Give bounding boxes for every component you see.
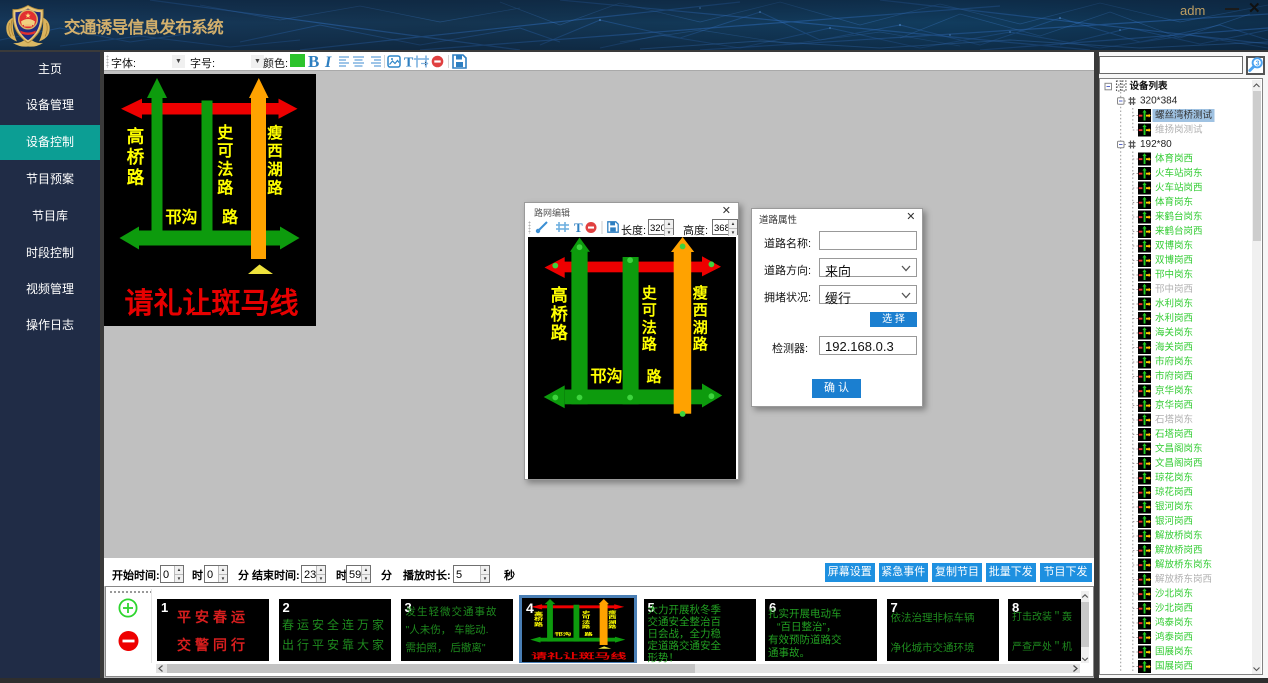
svg-text:解放桥岗东: 解放桥岗东 [1155,530,1203,542]
svg-text:可: 可 [217,143,233,160]
svg-text:解放桥东岗东: 解放桥东岗东 [1155,559,1212,571]
svg-text:石塔岗东: 石塔岗东 [1155,414,1193,426]
svg-text:路: 路 [646,368,662,386]
svg-text:双博岗西: 双博岗西 [1155,254,1193,266]
svg-text:海关岗西: 海关岗西 [1155,341,1193,353]
svg-text:瘦: 瘦 [267,123,283,142]
svg-text:路: 路 [693,335,709,353]
svg-text:邗中岗西: 邗中岗西 [1155,283,1193,295]
svg-text:高: 高 [127,127,145,147]
svg-text:B: B [308,52,319,71]
svg-text:3: 3 [1256,61,1260,68]
svg-text:可: 可 [582,615,591,620]
svg-text:法: 法 [217,160,233,179]
svg-text:沙北岗东: 沙北岗东 [1155,588,1193,600]
svg-text:高: 高 [534,611,543,617]
svg-text:火车站岗东: 火车站岗东 [1155,167,1203,179]
svg-text:路: 路 [642,335,658,353]
svg-text:可: 可 [642,302,657,319]
svg-text:法: 法 [642,318,657,336]
svg-text:路: 路 [217,178,234,197]
svg-text:路: 路 [551,323,569,343]
svg-text:琼花岗西: 琼花岗西 [1155,486,1193,498]
svg-text:路: 路 [267,178,283,197]
svg-text:桥: 桥 [127,147,145,167]
svg-text:国展岗东: 国展岗东 [1155,646,1193,658]
svg-text:史: 史 [642,284,658,302]
svg-text:邗沟: 邗沟 [590,367,622,386]
svg-text:桥: 桥 [534,616,544,622]
svg-text:设备列表: 设备列表 [1130,80,1169,92]
svg-text:鸿泰岗西: 鸿泰岗西 [1155,631,1193,643]
svg-text:瘦: 瘦 [693,284,708,302]
svg-text:桥: 桥 [551,305,569,324]
svg-text:京华岗西: 京华岗西 [1155,399,1193,411]
svg-text:鸿泰岗东: 鸿泰岗东 [1155,617,1193,629]
svg-text:沙北岗西: 沙北岗西 [1155,603,1193,614]
svg-text:市府岗东: 市府岗东 [1155,356,1193,368]
svg-text:路: 路 [222,208,239,227]
svg-text:来鹤台岗西: 来鹤台岗西 [1155,225,1203,237]
svg-text:路: 路 [534,622,544,628]
svg-text:体育岗西: 体育岗西 [1155,153,1193,165]
svg-text:水利岗西: 水利岗西 [1155,312,1193,324]
svg-text:解放桥东岗西: 解放桥东岗西 [1155,573,1212,585]
svg-text:请礼让斑马线: 请礼让斑马线 [531,651,627,660]
svg-text:湖: 湖 [267,161,283,179]
svg-text:湖: 湖 [693,319,708,336]
svg-text:192*80: 192*80 [1140,139,1172,150]
svg-text:银河岗西: 银河岗西 [1155,515,1193,527]
svg-text:来鹤台岗东: 来鹤台岗东 [1155,211,1203,223]
svg-text:史: 史 [217,123,234,142]
svg-text:琼花岗东: 琼花岗东 [1155,472,1193,484]
svg-text:西: 西 [267,142,283,160]
svg-text:国展岗西: 国展岗西 [1155,661,1193,672]
svg-text:西: 西 [608,615,617,620]
svg-text:市府岗西: 市府岗西 [1155,370,1193,382]
svg-text:高: 高 [551,285,568,305]
svg-text:火车站岗西: 火车站岗西 [1155,182,1203,194]
svg-text:西: 西 [693,302,708,319]
svg-text:请礼让斑马线: 请礼让斑马线 [124,287,298,320]
svg-text:T: T [404,56,414,71]
svg-text:邗中岗东: 邗中岗东 [1155,269,1193,281]
svg-text:文昌阁岗西: 文昌阁岗西 [1155,457,1203,469]
svg-text:解放桥岗西: 解放桥岗西 [1155,544,1203,556]
svg-text:螺丝湾桥测试: 螺丝湾桥测试 [1155,109,1213,121]
svg-text:T: T [574,220,583,235]
svg-text:水利岗东: 水利岗东 [1155,298,1193,310]
svg-text:文昌阁岗东: 文昌阁岗东 [1155,443,1203,455]
svg-text:海关岗东: 海关岗东 [1155,327,1193,339]
svg-text:体育岗东: 体育岗东 [1155,196,1193,208]
svg-text:路: 路 [127,168,145,188]
svg-text:银河岗东: 银河岗东 [1155,501,1193,513]
svg-text:石塔岗西: 石塔岗西 [1155,428,1193,440]
svg-text:京华岗东: 京华岗东 [1155,385,1193,397]
svg-text:维扬岗测试: 维扬岗测试 [1155,124,1203,136]
svg-text:320*384: 320*384 [1140,96,1178,107]
svg-text:双博岗东: 双博岗东 [1155,240,1193,252]
svg-text:邗沟: 邗沟 [165,208,197,227]
svg-text:I: I [324,54,332,71]
